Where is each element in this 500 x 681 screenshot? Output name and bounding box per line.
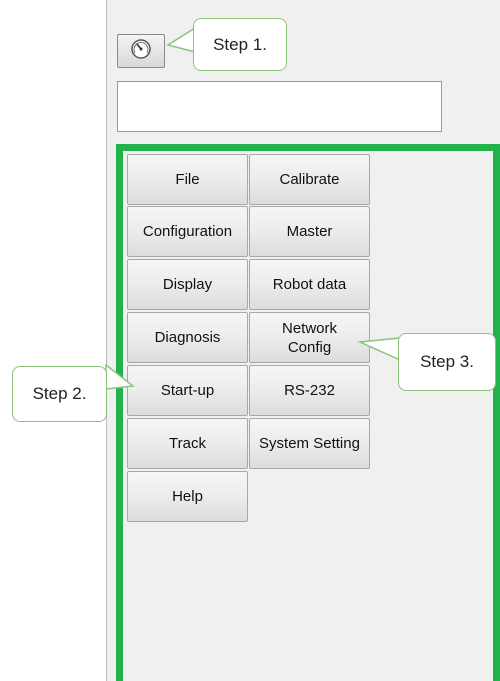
robot-data-button[interactable]: Robot data [249,259,370,310]
diagnosis-button[interactable]: Diagnosis [127,312,248,363]
step2-callout: Step 2. [12,366,107,422]
start-up-button[interactable]: Start-up [127,365,248,416]
rs-232-button[interactable]: RS-232 [249,365,370,416]
menu-highlight-frame-right [493,144,500,681]
calibrate-button[interactable]: Calibrate [249,154,370,205]
gauge-button[interactable] [117,34,165,68]
step3-callout: Step 3. [398,333,496,391]
master-button[interactable]: Master [249,206,370,257]
display-button[interactable]: Display [127,259,248,310]
status-display-field[interactable] [117,81,442,132]
help-button[interactable]: Help [127,471,248,522]
screenshot-stage: File Configuration Display Diagnosis Sta… [0,0,500,681]
panel-divider [106,0,107,681]
step1-callout: Step 1. [193,18,287,71]
file-button[interactable]: File [127,154,248,205]
configuration-button[interactable]: Configuration [127,206,248,257]
system-setting-button[interactable]: System Setting [249,418,370,469]
speedometer-gauge-icon [130,38,152,65]
track-button[interactable]: Track [127,418,248,469]
network-config-button[interactable]: Network Config [249,312,370,363]
